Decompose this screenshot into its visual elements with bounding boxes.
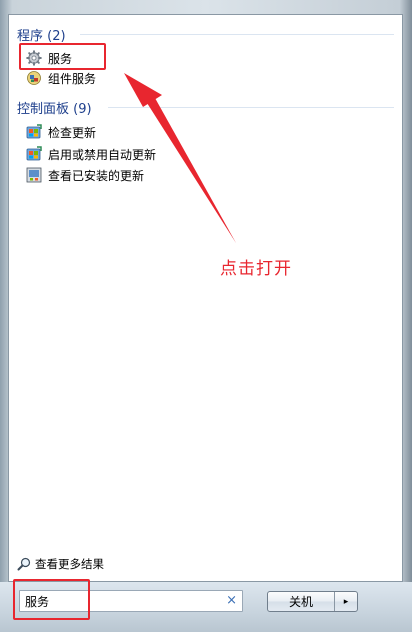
result-item-label: 启用或禁用自动更新 bbox=[48, 147, 157, 162]
clear-search-icon[interactable]: × bbox=[226, 593, 237, 609]
result-item-check-updates[interactable]: 检查更新 bbox=[26, 123, 96, 141]
annotation-label: 点击打开 bbox=[220, 259, 292, 279]
shutdown-options-arrow-icon[interactable]: ▸ bbox=[335, 592, 357, 611]
programs-group-header[interactable]: 程序 (2) bbox=[17, 25, 66, 44]
result-item-label: 检查更新 bbox=[48, 125, 97, 140]
installed-updates-icon bbox=[26, 167, 42, 183]
result-item-view-installed-updates[interactable]: 查看已安装的更新 bbox=[26, 166, 144, 184]
result-item-label: 查看已安装的更新 bbox=[48, 168, 145, 183]
result-item-toggle-auto-updates[interactable]: 启用或禁用自动更新 bbox=[26, 145, 156, 163]
search-icon bbox=[17, 557, 31, 571]
windows-update-icon bbox=[26, 146, 42, 162]
see-more-results-label: 查看更多结果 bbox=[35, 557, 104, 571]
control-panel-group-header[interactable]: 控制面板 (9) bbox=[17, 98, 92, 117]
control-panel-separator bbox=[108, 107, 394, 108]
shutdown-button[interactable]: 关机 bbox=[268, 592, 334, 611]
windows-update-icon bbox=[26, 124, 42, 140]
see-more-results-link[interactable]: 查看更多结果 bbox=[17, 556, 104, 572]
result-item-component-services[interactable]: 组件服务 bbox=[26, 69, 96, 87]
component-services-icon bbox=[26, 70, 42, 86]
highlight-box-search bbox=[13, 579, 90, 620]
highlight-box-services bbox=[19, 43, 106, 70]
programs-separator bbox=[80, 34, 394, 35]
result-item-label: 组件服务 bbox=[48, 71, 97, 86]
shutdown-button-group: 关机 ▸ bbox=[267, 591, 358, 612]
